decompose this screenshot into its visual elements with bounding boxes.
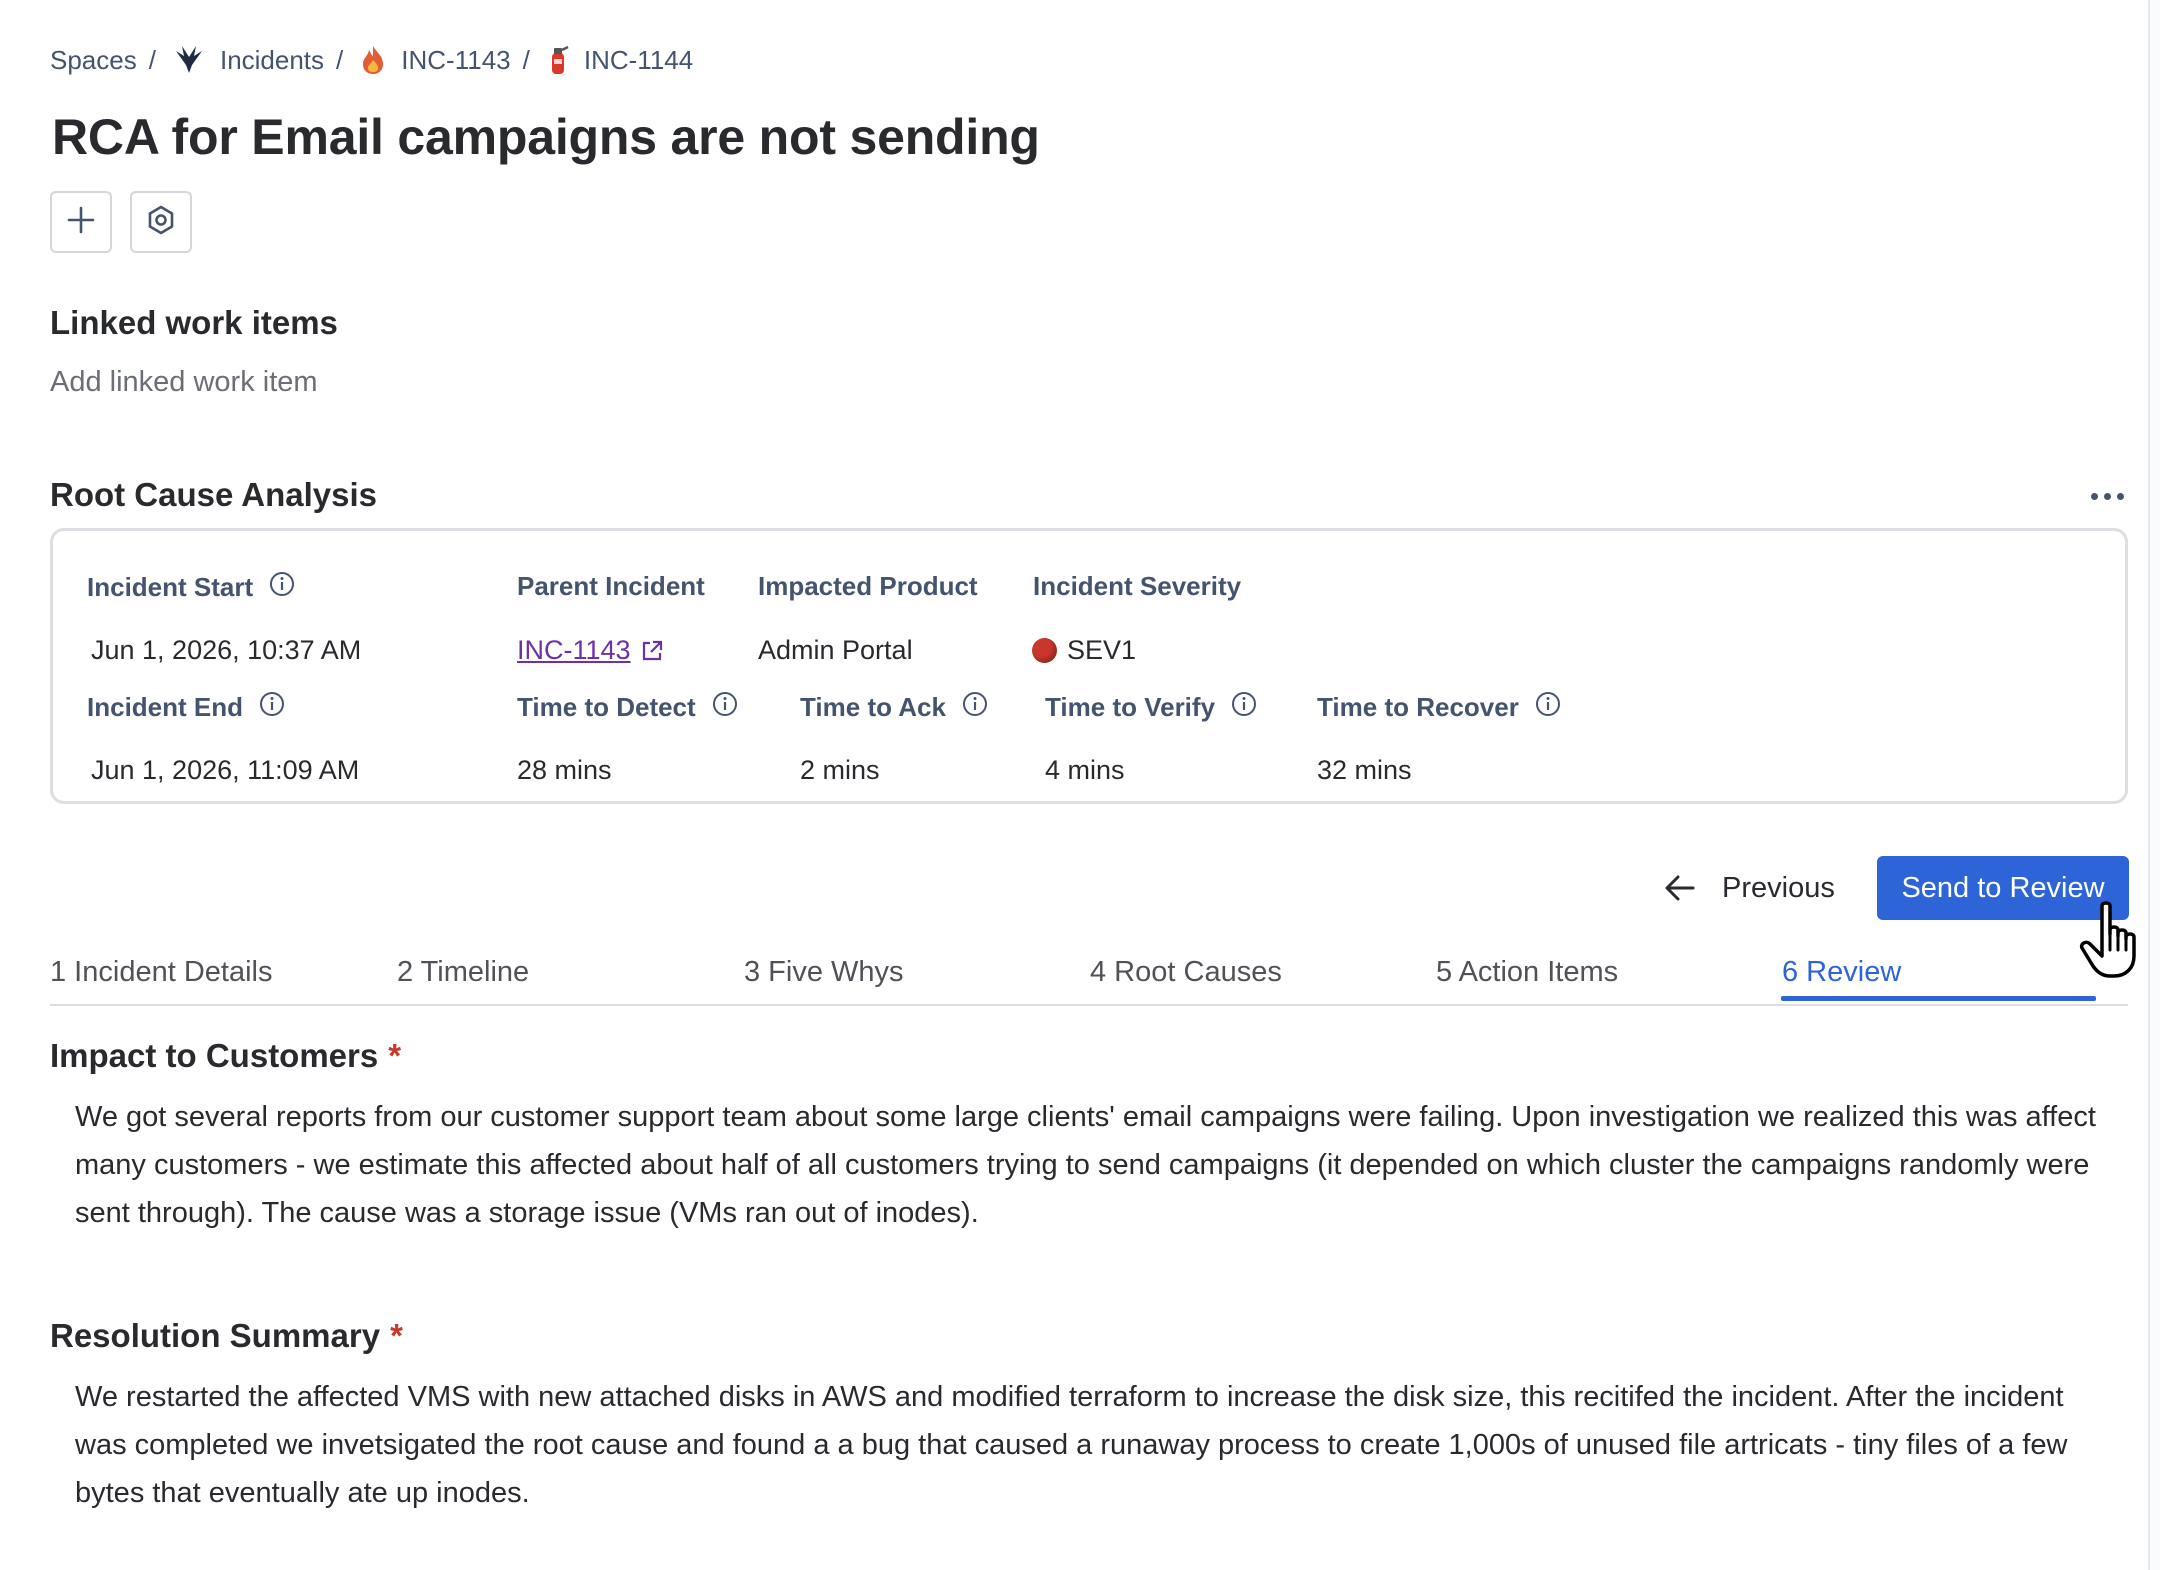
parent-incident-link[interactable]: INC-1143 [517, 635, 631, 666]
breadcrumb-inc-1143[interactable]: INC-1143 [359, 44, 511, 76]
add-button[interactable] [50, 191, 112, 253]
required-mark: * [390, 1317, 403, 1354]
label-text: Time to Detect [517, 692, 696, 722]
breadcrumb-separator: / [336, 44, 344, 75]
time-to-detect-value: 28 mins [517, 755, 612, 785]
page-title: RCA for Email campaigns are not sending [52, 109, 1040, 165]
time-to-verify-value: 4 mins [1045, 755, 1125, 785]
impacted-product-label: Impacted Product [758, 571, 978, 602]
label-text: Parent Incident [517, 571, 705, 601]
breadcrumb-separator: / [148, 44, 156, 75]
linked-work-items-heading: Linked work items [50, 304, 338, 341]
label-text: Incident End [87, 692, 243, 722]
impacted-product-value: Admin Portal [758, 635, 913, 665]
active-tab-indicator [1781, 996, 2096, 1001]
impact-text[interactable]: We got several reports from our customer… [75, 1093, 2115, 1237]
breadcrumb-label: Incidents [219, 44, 325, 75]
tab-five-whys[interactable]: 3 Five Whys [744, 956, 904, 989]
label-text: Time to Ack [800, 692, 946, 722]
dot [2103, 492, 2111, 500]
dot [2116, 492, 2124, 500]
rca-heading: Root Cause Analysis [50, 476, 378, 513]
incident-severity-value: SEV1 [1032, 635, 1136, 666]
impact-heading-text: Impact to Customers [50, 1037, 379, 1074]
rca-page: Spaces / Incidents / INC-1143 / INC-1144… [0, 0, 2160, 1570]
resolution-heading: Resolution Summary * [50, 1317, 403, 1355]
resolution-text[interactable]: We restarted the affected VMS with new a… [75, 1373, 2115, 1517]
tab-review[interactable]: 6 Review [1782, 956, 1901, 989]
info-icon[interactable] [1231, 691, 1257, 724]
required-mark: * [388, 1037, 402, 1074]
breadcrumb-spaces[interactable]: Spaces [50, 45, 137, 76]
previous-button[interactable]: Previous [1664, 856, 1835, 920]
severity-dot-icon [1032, 638, 1057, 663]
tab-incident-details[interactable]: 1 Incident Details [50, 956, 272, 989]
time-to-recover-value: 32 mins [1317, 755, 1412, 785]
label-text: Impacted Product [758, 571, 978, 601]
impact-heading: Impact to Customers * [50, 1037, 401, 1075]
breadcrumb-incidents[interactable]: Incidents [172, 43, 324, 77]
hexagon-settings-icon [145, 204, 177, 241]
external-link-icon[interactable] [639, 638, 665, 664]
resolution-heading-text: Resolution Summary [50, 1317, 381, 1354]
info-icon[interactable] [259, 691, 285, 724]
dot [2090, 492, 2098, 500]
incident-start-value: Jun 1, 2026, 10:37 AM [91, 635, 362, 665]
fire-extinguisher-icon [546, 44, 570, 76]
info-icon[interactable] [1535, 691, 1561, 724]
time-to-ack-value: 2 mins [800, 755, 880, 785]
time-to-ack-label: Time to Ack [800, 691, 988, 724]
incidents-bird-icon [172, 43, 206, 77]
time-to-recover-label: Time to Recover [1317, 691, 1561, 724]
info-icon[interactable] [962, 691, 988, 724]
parent-incident-label: Parent Incident [517, 571, 705, 602]
time-to-detect-label: Time to Detect [517, 691, 738, 724]
incident-start-label: Incident Start [87, 571, 295, 604]
previous-label: Previous [1722, 871, 1835, 904]
tab-root-causes[interactable]: 4 Root Causes [1090, 956, 1282, 989]
label-text: Time to Verify [1045, 692, 1216, 722]
arrow-left-icon [1665, 875, 1695, 901]
fire-icon [359, 44, 387, 76]
info-icon[interactable] [712, 691, 738, 724]
plus-icon [67, 206, 95, 239]
incident-end-value: Jun 1, 2026, 11:09 AM [91, 755, 360, 785]
breadcrumb-inc-1144[interactable]: INC-1144 [546, 44, 693, 76]
breadcrumb-separator: / [522, 44, 530, 75]
incident-end-label: Incident End [87, 691, 285, 724]
breadcrumb-label: INC-1144 [583, 44, 694, 75]
breadcrumb-label: Spaces [50, 44, 137, 75]
parent-incident-value: INC-1143 [517, 635, 665, 666]
time-to-verify-label: Time to Verify [1045, 691, 1257, 724]
label-text: Incident Severity [1033, 571, 1242, 601]
label-text: Incident Start [87, 572, 254, 602]
hand-cursor-icon [2078, 900, 2148, 985]
add-linked-work-item[interactable]: Add linked work item [50, 366, 318, 399]
label-text: Time to Recover [1317, 692, 1519, 722]
more-options-button[interactable] [2085, 478, 2129, 514]
tab-action-items[interactable]: 5 Action Items [1436, 956, 1618, 989]
breadcrumb: Spaces / Incidents / INC-1143 / INC-1144 [50, 40, 693, 80]
breadcrumb-label: INC-1143 [401, 44, 511, 75]
severity-text: SEV1 [1067, 635, 1137, 665]
incident-severity-label: Incident Severity [1033, 571, 1241, 602]
tab-timeline[interactable]: 2 Timeline [397, 956, 529, 989]
info-icon[interactable] [269, 571, 295, 604]
settings-button[interactable] [130, 191, 192, 253]
scrollbar-track[interactable] [2148, 0, 2160, 1570]
rca-details-card: Incident Start Parent Incident Impacted … [50, 528, 2128, 804]
